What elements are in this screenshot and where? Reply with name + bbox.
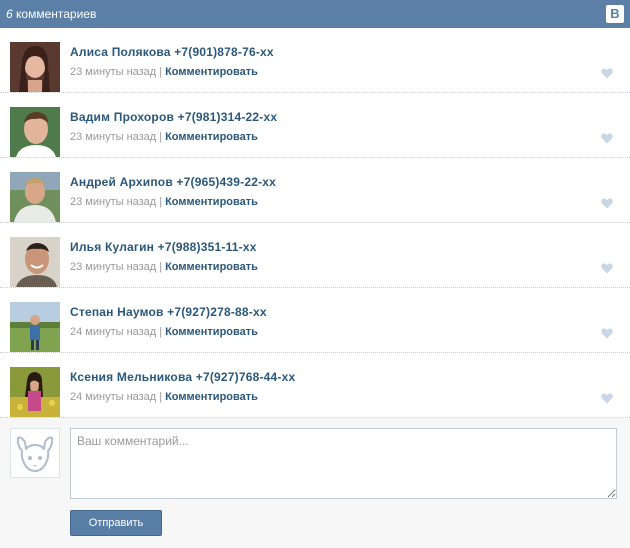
comment-item: Вадим Прохоров +7(981)314-22-xx 23 минут… xyxy=(0,93,630,158)
meta-separator: | xyxy=(159,131,163,143)
comments-count: 6 xyxy=(6,7,13,21)
avatar[interactable] xyxy=(10,237,60,287)
avatar-woman-portrait-icon xyxy=(10,42,60,92)
comment-time[interactable]: 24 минуты назад xyxy=(70,391,156,403)
comment-meta: 23 минуты назад | Комментировать xyxy=(70,131,258,143)
like-heart-icon[interactable] xyxy=(601,393,613,404)
avatar[interactable] xyxy=(10,107,60,157)
comment-item: Алиса Полякова +7(901)878-76-xx 23 минут… xyxy=(0,28,630,93)
avatar-man-landscape-icon xyxy=(10,302,60,352)
default-dog-avatar-icon xyxy=(11,429,59,477)
comment-meta: 23 минуты назад | Комментировать xyxy=(70,66,258,78)
comments-count-title: 6 комментариев xyxy=(6,7,96,21)
comments-list: Алиса Полякова +7(901)878-76-xx 23 минут… xyxy=(0,28,630,418)
comment-item: Илья Кулагин +7(988)351-11-xx 23 минуты … xyxy=(0,223,630,288)
comment-author[interactable]: Илья Кулагин +7(988)351-11-xx xyxy=(70,240,257,254)
avatar-man-portrait-icon xyxy=(10,107,60,157)
like-heart-icon[interactable] xyxy=(601,263,613,274)
like-heart-icon[interactable] xyxy=(601,133,613,144)
comment-meta: 24 минуты назад | Комментировать xyxy=(70,326,258,338)
comment-time[interactable]: 23 минуты назад xyxy=(70,131,156,143)
avatar[interactable] xyxy=(10,172,60,222)
send-button[interactable]: Отправить xyxy=(70,510,162,536)
comment-item: Степан Наумов +7(927)278-88-xx 24 минуты… xyxy=(0,288,630,353)
comment-author[interactable]: Ксения Мельникова +7(927)768-44-xx xyxy=(70,370,295,384)
like-heart-icon[interactable] xyxy=(601,68,613,79)
comment-author[interactable]: Вадим Прохоров +7(981)314-22-xx xyxy=(70,110,277,124)
meta-separator: | xyxy=(159,261,163,273)
comment-reply-link[interactable]: Комментировать xyxy=(165,131,258,143)
comment-time[interactable]: 24 минуты назад xyxy=(70,326,156,338)
current-user-avatar xyxy=(10,428,60,478)
comment-meta: 24 минуты назад | Комментировать xyxy=(70,391,258,403)
comment-item: Ксения Мельникова +7(927)768-44-xx 24 ми… xyxy=(0,353,630,418)
like-heart-icon[interactable] xyxy=(601,198,613,209)
avatar[interactable] xyxy=(10,302,60,352)
vk-logo[interactable]: В xyxy=(606,5,624,23)
comment-reply-link[interactable]: Комментировать xyxy=(165,391,258,403)
comment-time[interactable]: 23 минуты назад xyxy=(70,196,156,208)
comment-author[interactable]: Андрей Архипов +7(965)439-22-xx xyxy=(70,175,276,189)
comment-author[interactable]: Алиса Полякова +7(901)878-76-xx xyxy=(70,45,274,59)
comments-count-label: комментариев xyxy=(16,7,97,21)
comment-meta: 23 минуты назад | Комментировать xyxy=(70,196,258,208)
comment-meta: 23 минуты назад | Комментировать xyxy=(70,261,258,273)
comment-reply-link[interactable]: Комментировать xyxy=(165,326,258,338)
meta-separator: | xyxy=(159,196,163,208)
comment-reply-link[interactable]: Комментировать xyxy=(165,66,258,78)
comment-time[interactable]: 23 минуты назад xyxy=(70,261,156,273)
avatar[interactable] xyxy=(10,367,60,417)
avatar[interactable] xyxy=(10,42,60,92)
meta-separator: | xyxy=(159,326,163,338)
comment-reply-link[interactable]: Комментировать xyxy=(165,196,258,208)
comments-header: 6 комментариев В xyxy=(0,0,630,28)
avatar-man-outdoor-icon xyxy=(10,172,60,222)
avatar-woman-field-icon xyxy=(10,367,60,417)
comment-author[interactable]: Степан Наумов +7(927)278-88-xx xyxy=(70,305,267,319)
comment-composer: Отправить xyxy=(0,418,630,548)
comment-item: Андрей Архипов +7(965)439-22-xx 23 минут… xyxy=(0,158,630,223)
comment-input[interactable] xyxy=(70,428,617,499)
avatar-man-smiling-icon xyxy=(10,237,60,287)
comment-reply-link[interactable]: Комментировать xyxy=(165,261,258,273)
meta-separator: | xyxy=(159,66,163,78)
meta-separator: | xyxy=(159,391,163,403)
comment-time[interactable]: 23 минуты назад xyxy=(70,66,156,78)
like-heart-icon[interactable] xyxy=(601,328,613,339)
